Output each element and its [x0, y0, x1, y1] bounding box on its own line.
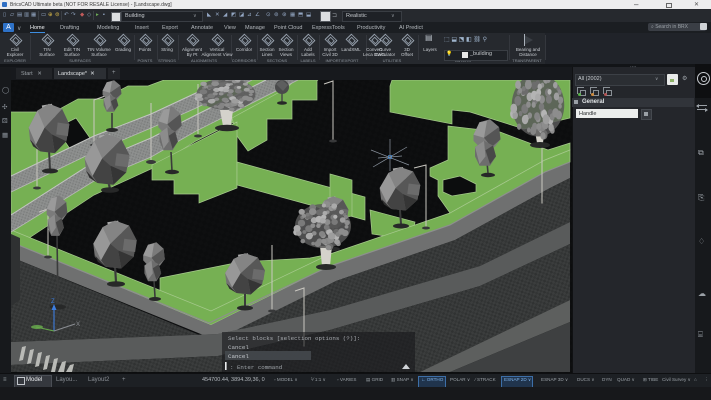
svg-text:Z: Z: [51, 299, 55, 305]
svg-text:: Enter command: : Enter command: [230, 364, 282, 371]
svg-text:Select blocks [selection optio: Select blocks [selection options (?)]:: [228, 335, 360, 342]
svg-text:Cancel: Cancel: [228, 353, 249, 360]
svg-text:Cancel: Cancel: [228, 344, 249, 351]
svg-text:X: X: [76, 322, 80, 328]
